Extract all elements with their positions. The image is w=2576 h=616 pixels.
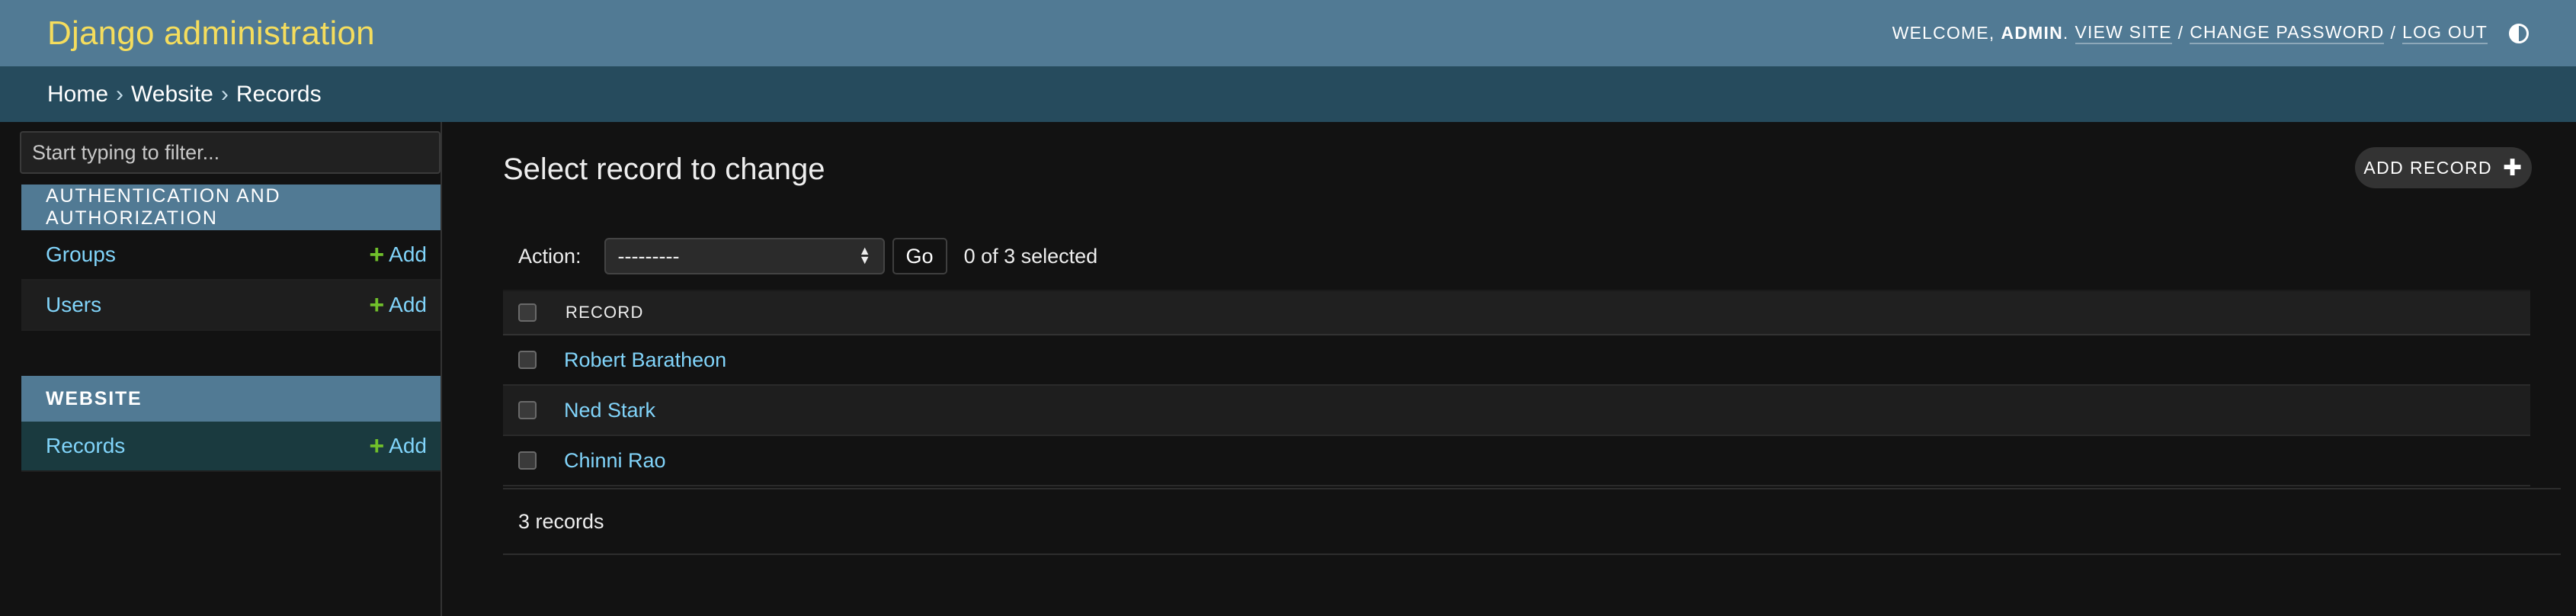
user-tools: WELCOME, ADMIN . VIEW SITE / CHANGE PASS… [1892, 22, 2529, 44]
breadcrumb-current: Records [235, 81, 322, 107]
table-row: Chinni Rao [503, 436, 2530, 486]
sidebar-item-records: Records + Add [21, 422, 441, 472]
page-title: Select record to change [503, 152, 825, 186]
view-site-link[interactable]: VIEW SITE [2075, 22, 2172, 44]
action-select[interactable]: --------- ▲ ▼ [604, 238, 885, 274]
table-row: Robert Baratheon [503, 335, 2530, 386]
table-header: RECORD [503, 290, 2530, 335]
record-link[interactable]: Chinni Rao [564, 449, 666, 473]
select-arrows-icon: ▲ ▼ [858, 245, 871, 267]
plus-icon: + [369, 290, 385, 319]
add-groups-link[interactable]: + Add [369, 242, 427, 268]
row-checkbox[interactable] [518, 401, 537, 419]
plus-icon: ✚ [2503, 155, 2523, 181]
breadcrumb-app[interactable]: Website [131, 82, 213, 107]
header: Django administration WELCOME, ADMIN . V… [0, 0, 2576, 66]
go-button[interactable]: Go [892, 238, 947, 274]
breadcrumb-home[interactable]: Home [47, 82, 108, 107]
sidebar-item-users: Users + Add [21, 281, 441, 331]
plus-icon: + [369, 432, 385, 460]
add-users-link[interactable]: + Add [369, 292, 427, 318]
result-table: RECORD Robert Baratheon Ned Stark Chinni… [503, 290, 2530, 486]
nav-sidebar: AUTHENTICATION AND AUTHORIZATION Groups … [0, 122, 442, 616]
add-record-label: ADD RECORD [2363, 157, 2493, 178]
separator: / [2390, 23, 2397, 43]
selection-counter: 0 of 3 selected [963, 244, 1098, 268]
module-caption-auth[interactable]: AUTHENTICATION AND AUTHORIZATION [21, 184, 441, 230]
row-checkbox[interactable] [518, 451, 537, 470]
module-caption-website[interactable]: WEBSITE [21, 376, 441, 422]
plus-icon: + [369, 240, 385, 269]
change-password-link[interactable]: CHANGE PASSWORD [2190, 22, 2385, 44]
add-label: Add [389, 242, 427, 266]
row-checkbox[interactable] [518, 351, 537, 369]
theme-toggle-icon[interactable] [2509, 23, 2529, 43]
breadcrumb-separator: › [220, 81, 229, 107]
sidebar-item-label[interactable]: Users [46, 293, 101, 317]
welcome-text: WELCOME, [1892, 23, 1995, 43]
log-out-link[interactable]: LOG OUT [2402, 22, 2488, 44]
action-selected-option: --------- [617, 244, 680, 268]
add-records-link[interactable]: + Add [369, 433, 427, 459]
column-header-record[interactable]: RECORD [566, 303, 644, 322]
sidebar-item-label[interactable]: Records [46, 434, 125, 458]
paginator: 3 records [503, 488, 2561, 555]
table-row: Ned Stark [503, 386, 2530, 436]
add-label: Add [389, 293, 427, 316]
separator: / [2177, 23, 2184, 43]
record-link[interactable]: Ned Stark [564, 399, 655, 422]
breadcrumb-separator: › [116, 81, 124, 107]
action-label: Action: [518, 244, 582, 268]
add-record-button[interactable]: ADD RECORD ✚ [2355, 147, 2532, 188]
sidebar-item-label[interactable]: Groups [46, 242, 116, 267]
sidebar-item-groups: Groups + Add [21, 230, 441, 281]
actions-bar: Action: --------- ▲ ▼ Go 0 of 3 selected [503, 233, 2530, 279]
site-title[interactable]: Django administration [47, 14, 375, 53]
username: ADMIN [2001, 23, 2063, 43]
nav-filter-input[interactable] [20, 131, 441, 174]
select-all-checkbox[interactable] [518, 303, 537, 322]
breadcrumb: Home › Website › Records [0, 66, 2576, 122]
add-label: Add [389, 434, 427, 457]
record-link[interactable]: Robert Baratheon [564, 348, 726, 372]
